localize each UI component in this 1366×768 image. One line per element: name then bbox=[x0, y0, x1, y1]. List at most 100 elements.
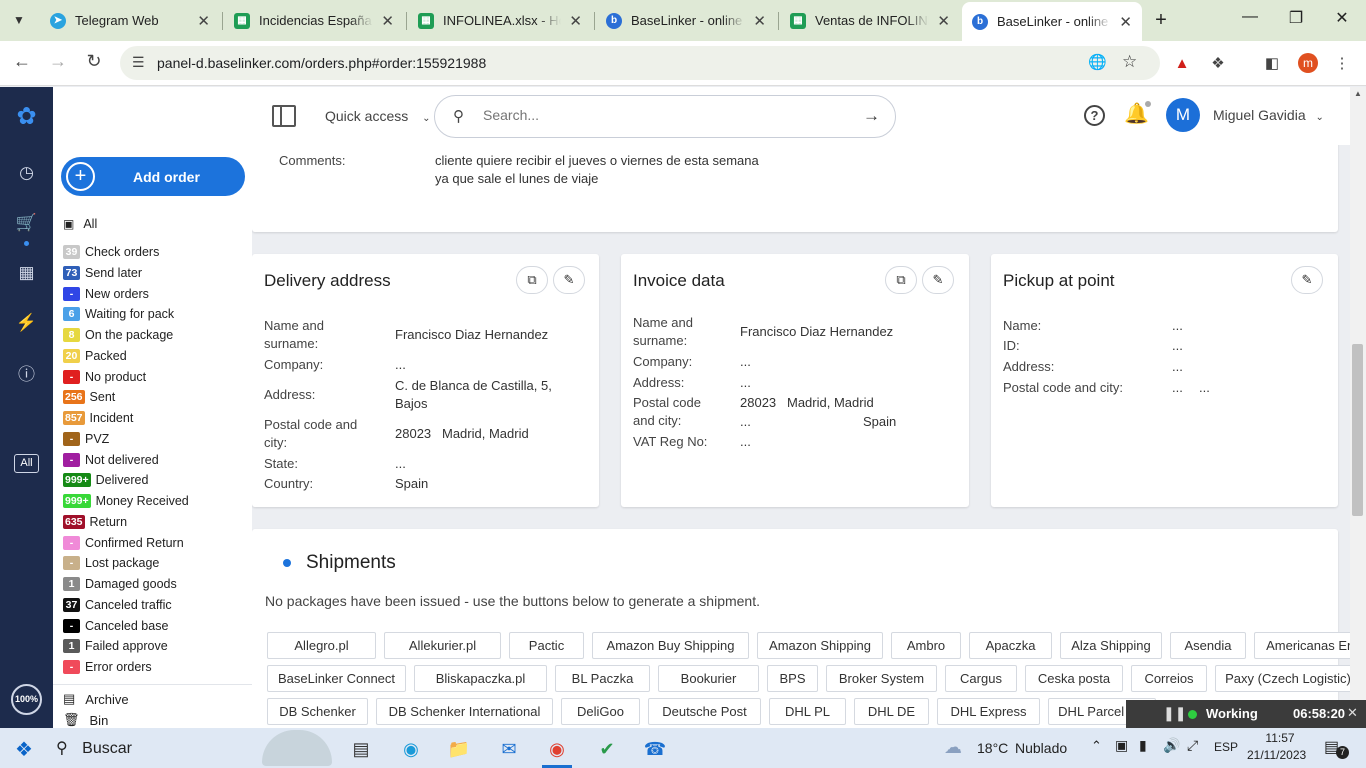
status-item[interactable]: - Not delivered bbox=[63, 451, 159, 469]
bookmark-star-icon[interactable]: ☆ bbox=[1122, 52, 1137, 72]
carrier-button[interactable]: Bookurier bbox=[658, 665, 759, 692]
carrier-button[interactable]: Allegro.pl bbox=[267, 632, 376, 659]
mail-icon[interactable]: ✉ bbox=[496, 736, 522, 762]
page-scrollbar[interactable]: ▲ bbox=[1350, 87, 1366, 728]
carrier-button[interactable]: Ambro bbox=[891, 632, 961, 659]
add-order-button[interactable]: + Add order bbox=[61, 157, 245, 196]
tab-incidencias[interactable]: ▦ Incidencias España - ✕ bbox=[224, 7, 404, 34]
quick-access-dropdown[interactable]: Quick access ⌄ bbox=[325, 108, 431, 124]
scrollbar-thumb[interactable] bbox=[1352, 344, 1363, 516]
carrier-button[interactable]: DB Schenker bbox=[267, 698, 368, 725]
profile-avatar[interactable]: m bbox=[1298, 53, 1318, 73]
edit-button[interactable]: ✎ bbox=[1291, 266, 1323, 294]
wifi-icon[interactable]: ⤢ bbox=[1187, 737, 1198, 754]
tab-infolinea[interactable]: ▦ INFOLINEA.xlsx - Hoj ✕ bbox=[408, 7, 592, 34]
language-indicator[interactable]: ESP bbox=[1214, 740, 1238, 754]
carrier-button[interactable]: BL Paczka bbox=[555, 665, 650, 692]
carrier-button[interactable]: Deutsche Post bbox=[648, 698, 761, 725]
carrier-button[interactable]: DHL DE bbox=[854, 698, 929, 725]
carrier-button[interactable]: Cargus bbox=[945, 665, 1017, 692]
tab-ventas[interactable]: ▦ Ventas de INFOLINEA ✕ bbox=[780, 7, 960, 34]
reload-icon[interactable]: ↻ bbox=[82, 51, 106, 72]
close-icon[interactable]: ✕ bbox=[1119, 13, 1132, 31]
forward-icon[interactable]: → bbox=[46, 51, 70, 72]
menu-icon[interactable]: ⋮ bbox=[1332, 53, 1352, 73]
carrier-button[interactable]: BaseLinker Connect bbox=[267, 665, 406, 692]
status-item[interactable]: - No product bbox=[63, 368, 146, 386]
copy-button[interactable]: ⧉ bbox=[516, 266, 548, 294]
user-menu[interactable]: Miguel Gavidia ⌄ bbox=[1213, 107, 1324, 123]
close-icon[interactable]: ✕ bbox=[937, 12, 950, 30]
task-view-icon[interactable]: ▤ bbox=[348, 736, 374, 762]
carrier-button[interactable]: Apaczka bbox=[969, 632, 1052, 659]
inventory-icon[interactable]: ▦ bbox=[13, 259, 40, 286]
pdf-extension-icon[interactable]: ▲ bbox=[1172, 53, 1192, 73]
status-item[interactable]: - Canceled base bbox=[63, 617, 168, 635]
close-icon[interactable]: ✕ bbox=[381, 12, 394, 30]
battery-icon[interactable]: ▮ bbox=[1139, 737, 1147, 754]
collapse-sidebar-icon[interactable] bbox=[272, 105, 296, 127]
status-item[interactable]: - New orders bbox=[63, 285, 149, 303]
pause-icon[interactable]: ❚❚ bbox=[1163, 705, 1186, 722]
carrier-button[interactable]: Ceska posta bbox=[1025, 665, 1123, 692]
close-icon[interactable]: ✕ bbox=[197, 12, 210, 30]
close-window-icon[interactable]: ✕ bbox=[1322, 8, 1362, 28]
sidepanel-icon[interactable]: ◧ bbox=[1262, 53, 1282, 73]
status-item[interactable]: 39 Check orders bbox=[63, 243, 159, 261]
tab-search-button[interactable]: ▼ bbox=[8, 10, 30, 32]
carrier-button[interactable]: Amazon Shipping bbox=[757, 632, 883, 659]
close-icon[interactable]: ✕ bbox=[1347, 705, 1358, 721]
todo-app-icon[interactable]: ✔ bbox=[594, 736, 620, 762]
all-toggle[interactable]: All bbox=[14, 454, 39, 473]
bin-item[interactable]: 🗑 Bin bbox=[63, 711, 108, 729]
archive-item[interactable]: ▤ Archive bbox=[63, 690, 129, 708]
minimize-icon[interactable]: — bbox=[1230, 8, 1270, 26]
carrier-button[interactable]: Asendia bbox=[1170, 632, 1246, 659]
tray-expand-icon[interactable]: ⌃ bbox=[1091, 738, 1102, 754]
carrier-button[interactable]: DeliGoo bbox=[561, 698, 640, 725]
edge-icon[interactable]: ◉ bbox=[398, 736, 424, 762]
file-explorer-icon[interactable]: 📁 bbox=[446, 736, 472, 762]
carrier-button[interactable]: DB Schenker International bbox=[376, 698, 553, 725]
scroll-up-icon[interactable]: ▲ bbox=[1354, 89, 1362, 98]
status-item[interactable]: 1 Damaged goods bbox=[63, 575, 177, 593]
tab-telegram[interactable]: ➤ Telegram Web ✕ bbox=[40, 7, 220, 34]
arrow-right-icon[interactable]: → bbox=[863, 106, 880, 126]
carrier-button[interactable]: DHL PL bbox=[769, 698, 846, 725]
carrier-button[interactable]: Bliskapaczka.pl bbox=[414, 665, 547, 692]
carrier-button[interactable]: Correios bbox=[1131, 665, 1207, 692]
edit-button[interactable]: ✎ bbox=[922, 266, 954, 294]
edit-button[interactable]: ✎ bbox=[553, 266, 585, 294]
extensions-icon[interactable]: ❖ bbox=[1208, 53, 1228, 73]
close-icon[interactable]: ✕ bbox=[569, 12, 582, 30]
help-circle-icon[interactable]: ? bbox=[1084, 105, 1105, 126]
status-item[interactable]: 999+ Delivered bbox=[63, 471, 148, 489]
status-all[interactable]: ▣ All bbox=[63, 215, 97, 233]
status-item[interactable]: - PVZ bbox=[63, 430, 109, 448]
clock-time[interactable]: 11:57 bbox=[1250, 731, 1310, 745]
baselinker-logo-icon[interactable]: ✿ bbox=[13, 103, 40, 130]
status-item[interactable]: 8 On the package bbox=[63, 326, 173, 344]
search-bar[interactable]: ⚲ → bbox=[434, 95, 896, 138]
carrier-button[interactable]: Americanas Entrega bbox=[1254, 632, 1350, 659]
carrier-button[interactable]: Pactic bbox=[509, 632, 584, 659]
new-tab-button[interactable]: + bbox=[1148, 8, 1174, 34]
integrations-icon[interactable]: ⚡ bbox=[13, 309, 40, 336]
carrier-button[interactable]: Broker System bbox=[826, 665, 937, 692]
help-icon[interactable]: ⓘ bbox=[13, 359, 40, 386]
copy-button[interactable]: ⧉ bbox=[885, 266, 917, 294]
back-icon[interactable]: ← bbox=[10, 51, 34, 72]
volume-icon[interactable]: 🔊 bbox=[1163, 737, 1180, 754]
carrier-button[interactable]: Paxy (Czech Logistic) bbox=[1215, 665, 1350, 692]
phone-app-icon[interactable]: ☎ bbox=[642, 736, 668, 762]
status-item[interactable]: 857 Incident bbox=[63, 409, 133, 427]
site-info-icon[interactable]: ☰ bbox=[132, 54, 145, 71]
status-item[interactable]: 37 Canceled traffic bbox=[63, 596, 172, 614]
zoom-badge[interactable]: 100% bbox=[11, 684, 42, 715]
dashboard-icon[interactable]: ◷ bbox=[13, 159, 40, 186]
carrier-button[interactable]: Amazon Buy Shipping bbox=[592, 632, 749, 659]
status-item[interactable]: - Error orders bbox=[63, 658, 152, 676]
carrier-button[interactable]: Alza Shipping bbox=[1060, 632, 1162, 659]
windows-start-icon[interactable]: ❖ bbox=[11, 736, 37, 762]
carrier-button[interactable]: BPS bbox=[767, 665, 818, 692]
